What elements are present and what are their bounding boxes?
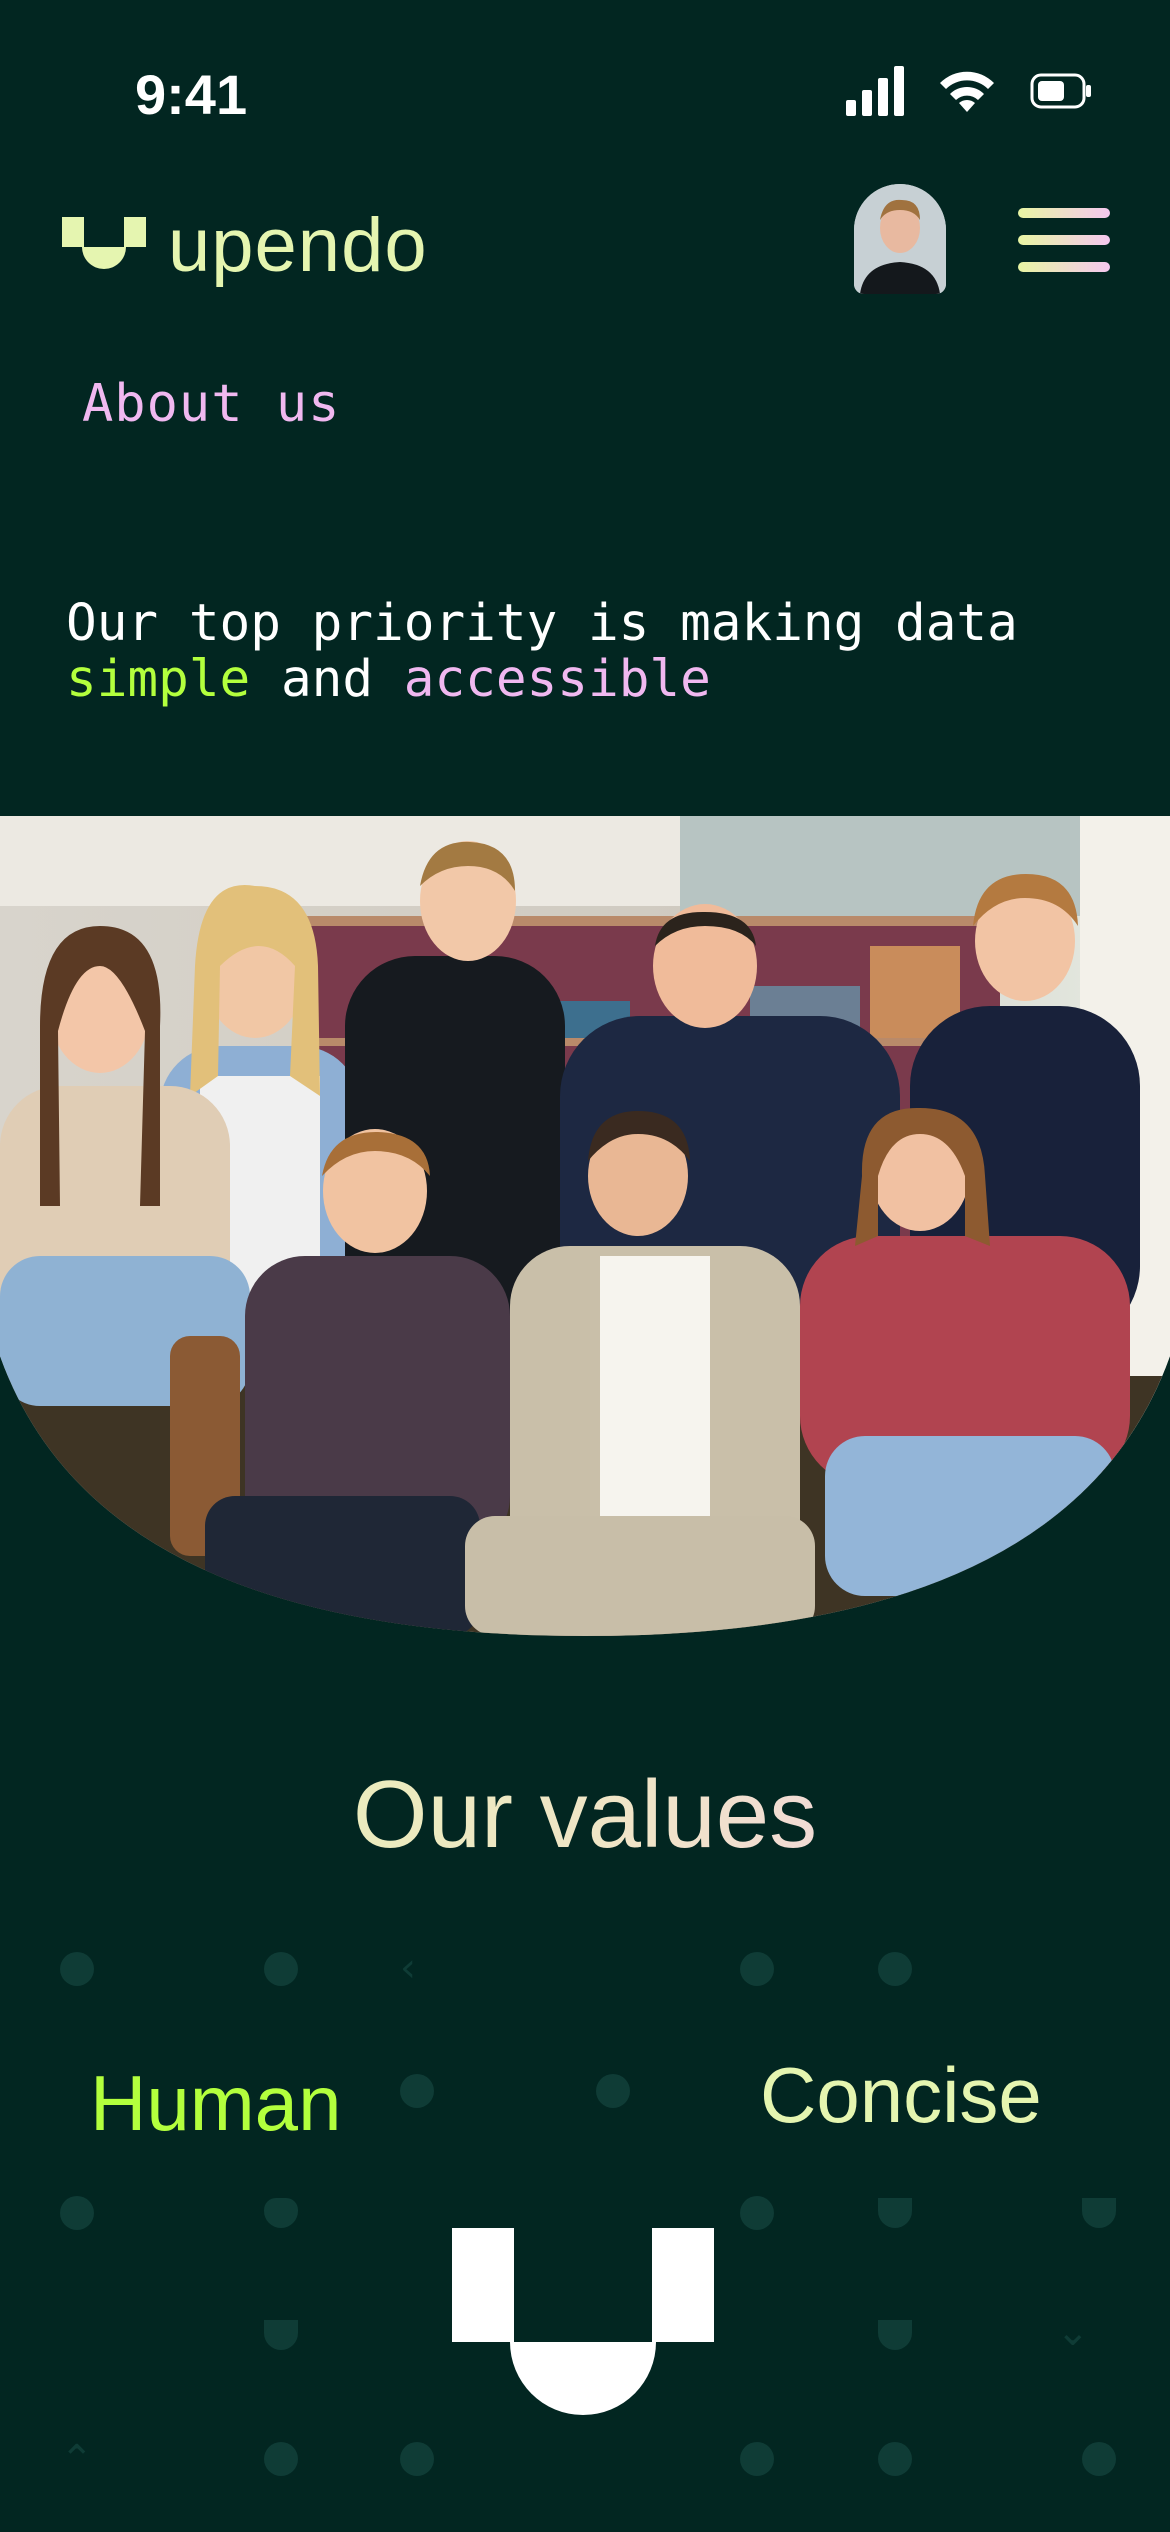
logo-text: upendo	[168, 203, 428, 288]
upendo-logo-icon	[62, 217, 146, 269]
tagline-highlight-accessible: accessible	[403, 650, 711, 709]
hamburger-menu-icon[interactable]	[1018, 208, 1110, 280]
team-photo	[0, 816, 1170, 1636]
values-title: Our values	[0, 1760, 1170, 1870]
value-concise: Concise	[760, 2051, 1042, 2139]
battery-icon	[1030, 73, 1091, 109]
tagline-and: and	[250, 650, 404, 709]
signal-icon	[846, 66, 904, 116]
wifi-icon	[940, 71, 994, 112]
status-time: 9:41	[135, 63, 248, 126]
section-label: About us	[82, 374, 341, 434]
upendo-brand-mark-icon	[452, 2228, 714, 2415]
value-human: Human	[90, 2059, 342, 2147]
tagline-highlight-simple: simple	[66, 650, 251, 709]
status-icons	[846, 66, 1092, 116]
avatar[interactable]	[854, 184, 946, 294]
logo[interactable]: upendo	[62, 208, 428, 284]
tagline-text: Our top priority is making data	[66, 594, 1018, 653]
tagline: Our top priority is making data simple a…	[66, 596, 1126, 708]
